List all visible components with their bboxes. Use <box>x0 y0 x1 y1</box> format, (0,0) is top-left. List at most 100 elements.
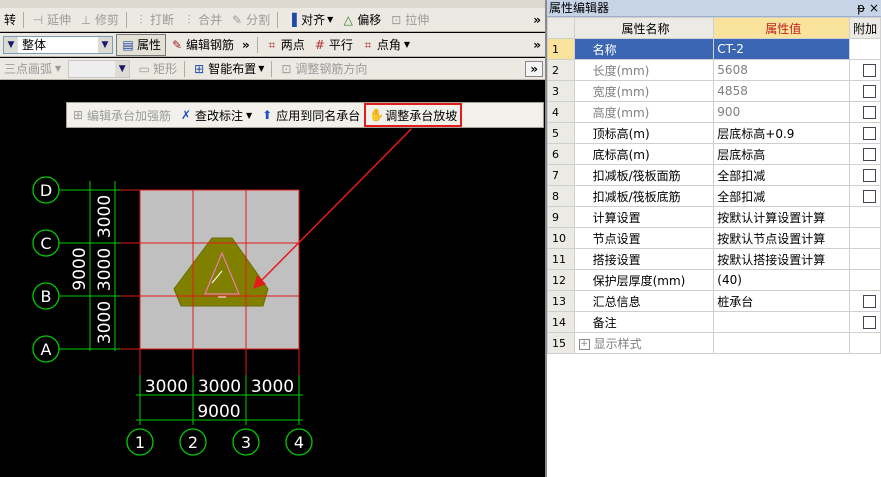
attach-checkbox[interactable] <box>863 295 877 308</box>
rectangle-button[interactable]: ▭ 矩形 <box>133 59 181 79</box>
property-value[interactable]: 全部扣减 <box>713 185 851 207</box>
property-row[interactable]: 2 长度(mm) 5608 <box>547 59 881 81</box>
extend-button[interactable]: ⊣ 延伸 <box>27 10 75 30</box>
property-row[interactable]: 13 汇总信息 桩承台 <box>547 290 881 312</box>
property-value[interactable]: CT-2 <box>713 38 851 60</box>
parallel-button[interactable]: # 平行 <box>309 35 357 55</box>
property-row[interactable]: 5 顶标高(m) 层底标高+0.9 <box>547 122 881 144</box>
toolbar-overflow-chevron[interactable]: » <box>529 13 545 27</box>
property-value[interactable]: 层底标高 <box>713 143 851 165</box>
property-row[interactable]: 15 + 显示样式 <box>547 332 881 354</box>
property-name: 节点设置 <box>573 227 715 249</box>
edit-rebar-button[interactable]: ✎ 编辑钢筋 <box>166 35 238 55</box>
align-button[interactable]: ▐ 对齐 ▼ <box>281 10 337 30</box>
panel-pin-close-controls[interactable]: ᵽ × <box>857 0 879 16</box>
scope-select[interactable]: ▼ 整体 ▼ <box>3 35 113 54</box>
attach-checkbox[interactable] <box>863 316 877 329</box>
property-row[interactable]: 9 计算设置 按默认计算设置计算 <box>547 206 881 228</box>
adjust-cap-slope-button[interactable]: ✋ 调整承台放坡 <box>364 103 463 127</box>
property-row[interactable]: 12 保护层厚度(mm) (40) <box>547 269 881 291</box>
attach-checkbox[interactable] <box>863 127 877 140</box>
edit-cap-rebar-button[interactable]: ⊞ 编辑承台加强筋 <box>67 105 175 125</box>
property-value[interactable]: 4858 <box>713 80 851 102</box>
smart-layout-button[interactable]: ⊞ 智能布置 ▼ <box>188 59 268 79</box>
attach-checkbox[interactable] <box>863 64 877 77</box>
adjust-cap-slope-label: 调整承台放坡 <box>385 108 458 123</box>
property-value[interactable]: 按默认节点设置计算 <box>713 227 851 249</box>
offset-icon: △ <box>343 12 353 27</box>
drawing-canvas[interactable]: 30003000300090003000 3000 30009000DCBA1 2 3 4 <box>0 129 545 477</box>
arc-label: 三点画弧 <box>4 62 53 76</box>
property-row[interactable]: 3 宽度(mm) 4858 <box>547 80 881 102</box>
top-toolbar-strip <box>0 0 545 8</box>
properties-label: 属性 <box>137 38 162 52</box>
point-angle-button[interactable]: ⌗ 点角 ▼ <box>357 35 414 55</box>
attach-cell <box>849 38 881 60</box>
edit-rebar-icon: ✎ <box>171 37 183 52</box>
merge-button[interactable]: ⫶ 合并 <box>178 10 226 30</box>
break-button[interactable]: ⫶ 打断 <box>130 10 178 30</box>
property-name: 名称 <box>573 38 715 60</box>
apply-same-name-button[interactable]: ⬆ 应用到同名承台 <box>256 105 364 125</box>
property-value[interactable]: 按默认计算设置计算 <box>713 206 851 228</box>
property-row[interactable]: 14 备注 <box>547 311 881 333</box>
property-value[interactable]: 层底标高+0.9 <box>713 122 851 144</box>
offset-button[interactable]: △ 偏移 <box>337 10 385 30</box>
align-icon: ▐ <box>287 12 297 27</box>
attach-cell <box>849 101 881 123</box>
property-value[interactable] <box>713 311 851 333</box>
row-index: 4 <box>547 101 575 123</box>
toolbar-partial-item[interactable]: 转 <box>0 10 20 30</box>
attach-cell <box>849 332 881 354</box>
property-row[interactable]: 4 高度(mm) 900 <box>547 101 881 123</box>
trim-button[interactable]: ⊥ 修剪 <box>75 10 123 30</box>
expand-icon[interactable]: + <box>578 338 590 350</box>
check-annotation-button[interactable]: ✗ 查改标注 ▼ <box>175 105 256 125</box>
offset-label: 偏移 <box>357 13 382 27</box>
toolbar-overflow-chevron[interactable]: » <box>529 38 545 52</box>
smart-layout-label: 智能布置 <box>208 62 257 76</box>
property-name: 宽度(mm) <box>573 80 715 102</box>
property-name: 长度(mm) <box>573 59 715 81</box>
attach-checkbox[interactable] <box>863 106 877 119</box>
adjust-rebar-direction-button[interactable]: ⊡ 调整钢筋方向 <box>275 59 371 79</box>
property-value[interactable]: 5608 <box>713 59 851 81</box>
property-value[interactable]: 900 <box>713 101 851 123</box>
align-label: 对齐 <box>301 13 326 27</box>
attach-cell <box>849 290 881 312</box>
arc-mode-select[interactable]: ▼ <box>68 59 131 78</box>
attach-cell <box>849 227 881 249</box>
apply-same-name-icon: ⬆ <box>262 108 273 122</box>
property-value[interactable]: 按默认搭接设置计算 <box>713 248 851 270</box>
three-point-arc-button[interactable]: 三点画弧 ▼ <box>0 59 65 79</box>
trim-label: 修剪 <box>95 13 120 27</box>
toolbar-overflow-chevron[interactable]: » <box>525 60 543 77</box>
attach-checkbox[interactable] <box>863 148 877 161</box>
left-dimension-label: 3000 <box>95 195 115 238</box>
toolbar-overflow-chevron[interactable]: » <box>238 35 254 55</box>
property-row[interactable]: 10 节点设置 按默认节点设置计算 <box>547 227 881 249</box>
row-index: 8 <box>547 185 575 207</box>
chevron-down-icon: ▼ <box>98 36 112 53</box>
property-row[interactable]: 7 扣减板/筏板面筋 全部扣减 <box>547 164 881 186</box>
attach-checkbox[interactable] <box>863 169 877 182</box>
property-name: 底标高(m) <box>573 143 715 165</box>
property-row[interactable]: 1 名称 CT-2 <box>547 38 881 60</box>
row-index: 5 <box>547 122 575 144</box>
attach-checkbox[interactable] <box>863 85 877 98</box>
stretch-button[interactable]: ⊡ 拉伸 <box>385 10 433 30</box>
property-value[interactable]: (40) <box>713 269 851 291</box>
property-row[interactable]: 11 搭接设置 按默认搭接设置计算 <box>547 248 881 270</box>
split-button[interactable]: ✎ 分割 <box>226 10 274 30</box>
property-row[interactable]: 6 底标高(m) 层底标高 <box>547 143 881 165</box>
property-row[interactable]: 8 扣减板/筏板底筋 全部扣减 <box>547 185 881 207</box>
properties-button[interactable]: ▤ 属性 <box>116 33 167 56</box>
property-value[interactable]: 全部扣减 <box>713 164 851 186</box>
attach-cell <box>849 122 881 144</box>
two-points-button[interactable]: ⌗ 两点 <box>261 35 309 55</box>
property-value[interactable] <box>713 332 851 354</box>
property-value[interactable]: 桩承台 <box>713 290 851 312</box>
attach-checkbox[interactable] <box>863 190 877 203</box>
row-index: 6 <box>547 143 575 165</box>
point-angle-label: 点角 <box>376 38 401 52</box>
